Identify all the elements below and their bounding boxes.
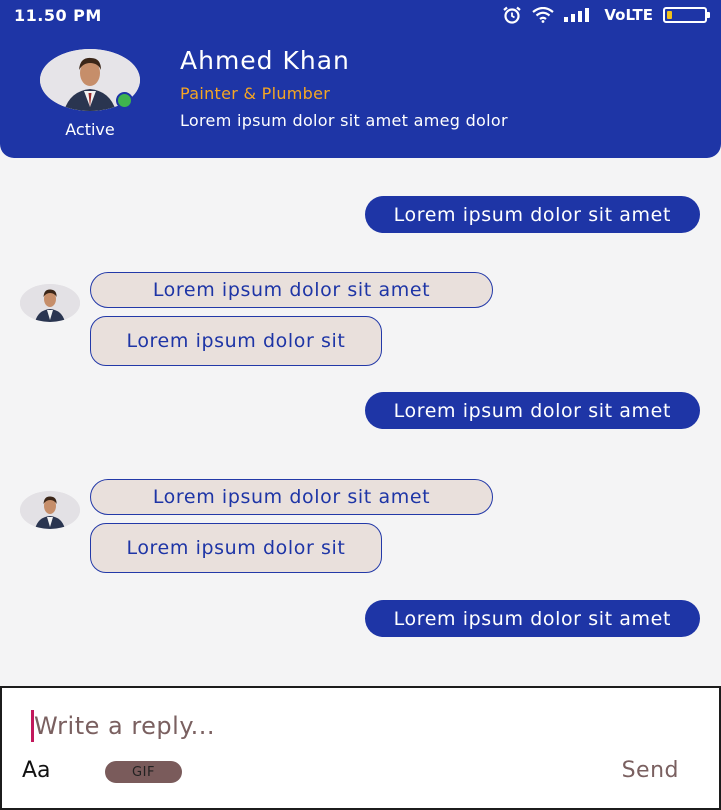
- gif-button[interactable]: GIF: [105, 761, 182, 783]
- reply-composer: Aa GIF Send: [0, 686, 721, 810]
- avatar-icon: [20, 491, 80, 529]
- message-avatar: [20, 491, 80, 529]
- message-outgoing[interactable]: Lorem ipsum dolor sit amet: [364, 600, 700, 637]
- wifi-icon: [532, 7, 555, 23]
- status-time: 11.50 PM: [14, 6, 102, 25]
- font-style-button[interactable]: Aa: [22, 758, 51, 783]
- contact-description: Lorem ipsum dolor sit amet ameg dolor: [180, 111, 508, 130]
- battery-level: [667, 11, 672, 19]
- network-label: VoLTE: [604, 6, 653, 24]
- message-incoming[interactable]: Lorem ipsum dolor sit: [90, 316, 382, 366]
- alarm-icon: [503, 6, 522, 24]
- message-outgoing[interactable]: Lorem ipsum dolor sit amet: [364, 392, 700, 429]
- message-incoming[interactable]: Lorem ipsum dolor sit: [90, 523, 382, 573]
- avatar-icon: [20, 284, 80, 322]
- battery-icon: [663, 7, 710, 23]
- status-icons: VoLTE: [502, 6, 710, 24]
- signal-icon: [564, 8, 590, 22]
- chat-header: 11.50 PM VoLTE Active Ahmed Khan Painter…: [0, 0, 721, 158]
- message-incoming[interactable]: Lorem ipsum dolor sit amet: [90, 272, 493, 308]
- message-incoming[interactable]: Lorem ipsum dolor sit amet: [90, 479, 493, 515]
- reply-input[interactable]: [34, 706, 674, 746]
- online-indicator: [116, 92, 133, 109]
- status-bar: 11.50 PM VoLTE: [0, 0, 721, 32]
- presence-status: Active: [65, 120, 115, 139]
- send-button[interactable]: Send: [622, 758, 679, 783]
- contact-role: Painter & Plumber: [180, 84, 331, 103]
- message-outgoing[interactable]: Lorem ipsum dolor sit amet: [364, 196, 700, 233]
- contact-name: Ahmed Khan: [180, 46, 350, 75]
- message-avatar: [20, 284, 80, 322]
